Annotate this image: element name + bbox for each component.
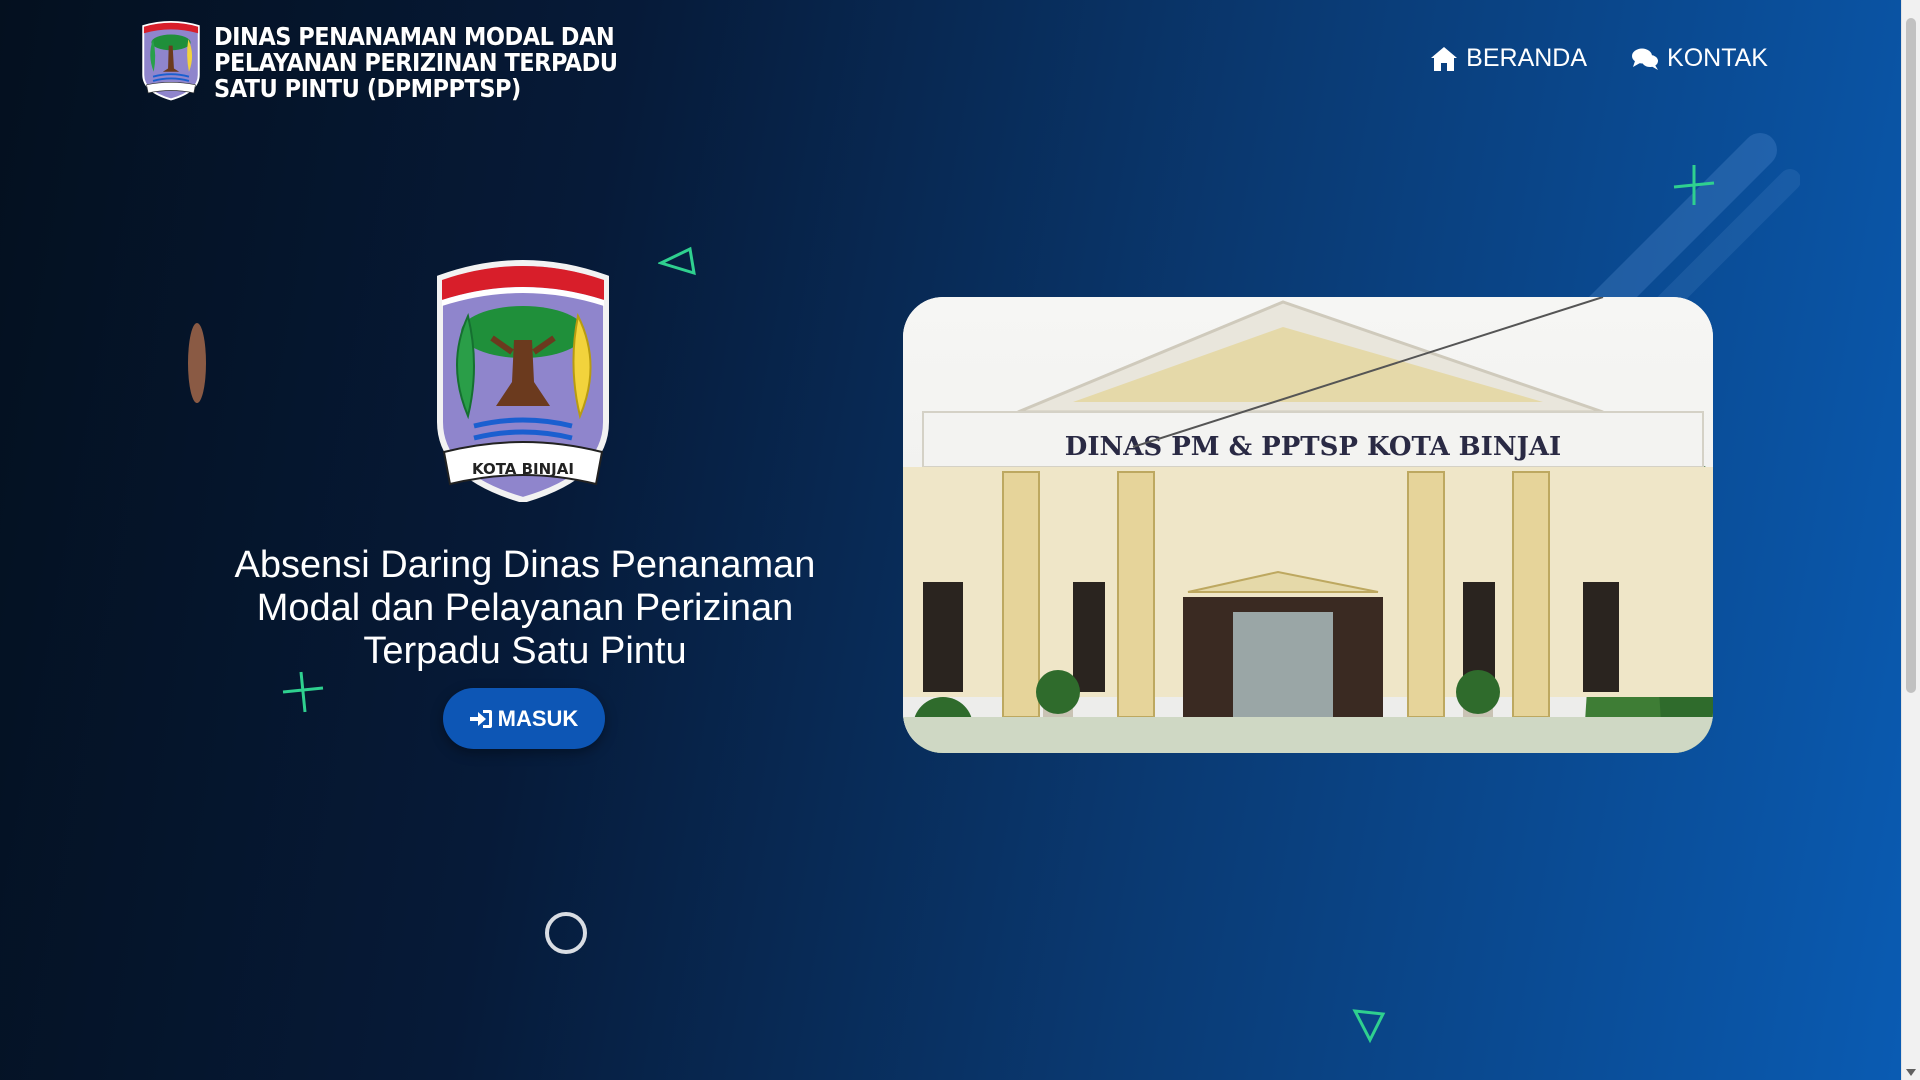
photo-sign-text: DINAS PM & PPTSP KOTA BINJAI bbox=[1065, 432, 1561, 462]
brand[interactable]: DINAS PENANAMAN MODAL DAN PELAYANAN PERI… bbox=[140, 18, 634, 102]
landing-page: DINAS PENANAMAN MODAL DAN PELAYANAN PERI… bbox=[0, 0, 1902, 1080]
triangle-decoration bbox=[658, 246, 696, 276]
kota-binjai-emblem: KOTA BINJAI bbox=[437, 260, 609, 502]
masuk-button-label: MASUK bbox=[497, 705, 579, 731]
main-nav: BERANDA KONTAK bbox=[1430, 44, 1768, 73]
scroll-down-arrow-icon[interactable] bbox=[1906, 1069, 1916, 1076]
kota-binjai-emblem-icon bbox=[142, 21, 200, 101]
chat-bubbles-icon bbox=[1632, 48, 1659, 70]
nav-kontak[interactable]: KONTAK bbox=[1631, 44, 1768, 73]
office-building-photo: DINAS PM & PPTSP KOTA BINJAI bbox=[903, 297, 1713, 753]
nav-beranda-label: BERANDA bbox=[1466, 44, 1588, 72]
nav-kontak-label: KONTAK bbox=[1667, 44, 1768, 72]
triangle-decoration bbox=[1352, 1009, 1386, 1044]
plus-decoration bbox=[282, 671, 324, 713]
home-icon bbox=[1431, 46, 1458, 71]
page-title: Absensi Daring Dinas Penanaman Modal dan… bbox=[234, 544, 816, 672]
plus-decoration bbox=[1673, 165, 1715, 205]
oval-decoration bbox=[188, 323, 206, 403]
nav-beranda[interactable]: BERANDA bbox=[1430, 44, 1587, 73]
vertical-scrollbar[interactable] bbox=[1901, 0, 1920, 1080]
circle-decoration bbox=[545, 912, 587, 954]
scrollbar-thumb[interactable] bbox=[1906, 18, 1916, 693]
brand-title: DINAS PENANAMAN MODAL DAN PELAYANAN PERI… bbox=[214, 22, 618, 103]
emblem-text: KOTA BINJAI bbox=[472, 460, 574, 478]
masuk-button[interactable]: MASUK bbox=[443, 688, 605, 749]
sign-in-icon bbox=[469, 709, 492, 728]
